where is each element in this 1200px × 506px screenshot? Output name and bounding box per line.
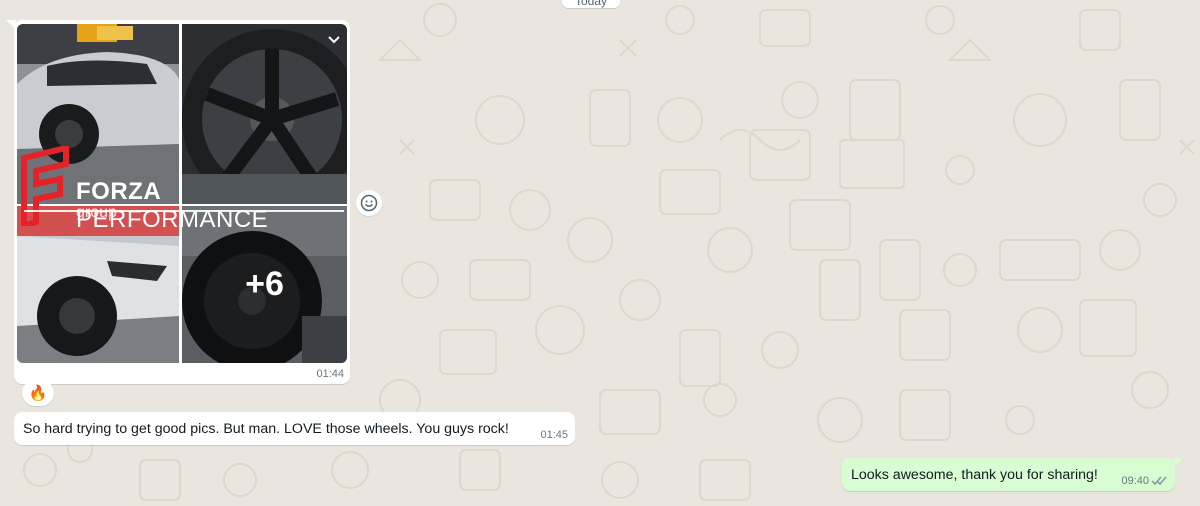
smiley-icon <box>360 194 378 212</box>
car-side-photo <box>17 24 179 204</box>
message-timestamp: 09:40 <box>1121 475 1149 487</box>
chevron-down-icon[interactable] <box>324 30 344 50</box>
album-timestamp: 01:44 <box>316 368 344 380</box>
incoming-message-bubble[interactable]: So hard trying to get good pics. But man… <box>14 412 575 445</box>
album-photo-2[interactable] <box>182 24 347 204</box>
media-album-bubble[interactable]: +6 FORZA PERFORMANCE group 01:44 <box>6 20 350 384</box>
double-check-icon <box>1151 476 1167 486</box>
bubble-tail <box>6 20 16 30</box>
album-photo-1[interactable] <box>17 24 179 204</box>
outgoing-message-bubble[interactable]: Looks awesome, thank you for sharing! 09… <box>842 458 1183 491</box>
album-photo-3[interactable] <box>17 206 179 363</box>
fire-reaction-emoji: 🔥 <box>28 385 48 402</box>
more-photos-count[interactable]: +6 <box>182 206 347 363</box>
car-front-photo <box>17 206 179 363</box>
date-separator-chip: Today <box>562 0 620 8</box>
message-text: Looks awesome, thank you for sharing! <box>851 467 1098 483</box>
bubble-tail <box>1173 458 1183 468</box>
message-timestamp: 01:45 <box>540 429 568 441</box>
message-reaction[interactable]: 🔥 <box>22 380 54 406</box>
album-photo-4-more[interactable]: +6 <box>182 206 347 363</box>
message-text: So hard trying to get good pics. But man… <box>23 421 509 437</box>
wheel-closeup-photo <box>182 24 347 204</box>
react-button[interactable] <box>356 190 382 216</box>
